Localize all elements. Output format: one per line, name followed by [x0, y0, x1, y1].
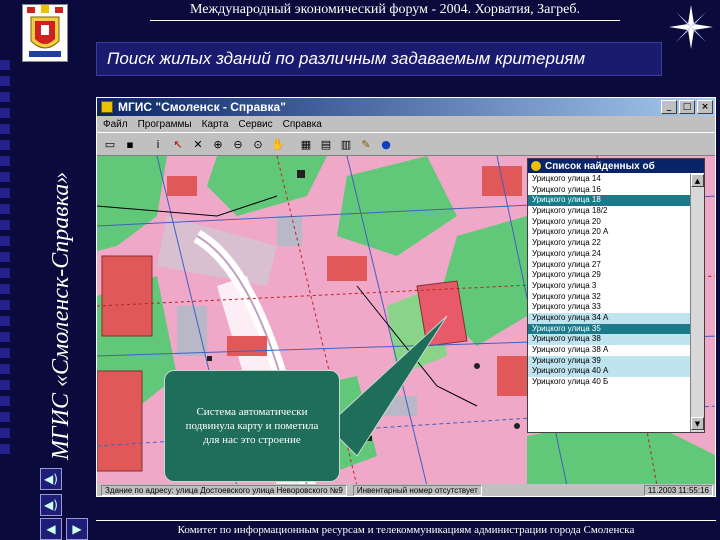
sound-button[interactable]: ◀)	[40, 468, 62, 490]
menu-help[interactable]: Справка	[283, 119, 322, 130]
forum-title: Международный экономический форум - 2004…	[150, 2, 620, 21]
found-objects-list: Список найденных об Урицкого улица 14 Ури…	[527, 158, 705, 433]
list-item[interactable]: Урицкого улица 33	[528, 302, 690, 313]
print-icon[interactable]: ▤	[317, 135, 335, 153]
close-button[interactable]: ×	[697, 100, 713, 114]
list-item[interactable]: Урицкого улица 22	[528, 238, 690, 249]
compass-rose-icon	[668, 4, 714, 50]
app-icon	[101, 101, 113, 113]
list-scrollbar[interactable]: ▲ ▼	[690, 174, 704, 432]
app-titlebar: МГИС "Смоленск - Справка" _ □ ×	[97, 98, 715, 116]
layers-icon[interactable]: ▦	[297, 135, 315, 153]
menu-service[interactable]: Сервис	[238, 119, 272, 130]
back-icon: ◀	[46, 522, 56, 536]
list-item[interactable]: Урицкого улица 20	[528, 217, 690, 228]
select-icon[interactable]: ✕	[189, 135, 207, 153]
zoom-out-icon[interactable]: ⊖	[229, 135, 247, 153]
list-icon	[531, 161, 541, 171]
sound-button-2[interactable]: ◀)	[40, 494, 62, 516]
menubar: Файл Программы Карта Сервис Справка	[97, 116, 715, 132]
globe-icon[interactable]: ●	[377, 135, 395, 153]
list-item[interactable]: Урицкого улица 18	[528, 195, 690, 207]
menu-file[interactable]: Файл	[103, 119, 128, 130]
page-subtitle: Поиск жилых зданий по различным задаваем…	[96, 42, 662, 76]
footer-text: Комитет по информационным ресурсам и тел…	[96, 520, 716, 538]
status-date: 11.2003 11:55:16	[643, 484, 713, 496]
list-body: Урицкого улица 14 Урицкого улица 16 Урицко…	[528, 174, 690, 432]
pointer-icon[interactable]: ↖	[169, 135, 187, 153]
status-object: Инвентарный номер отсутствует	[352, 484, 482, 496]
zoom-in-icon[interactable]: ⊕	[209, 135, 227, 153]
list-item[interactable]: Урицкого улица 38 А	[528, 345, 690, 356]
list-item[interactable]: Урицкого улица 24	[528, 249, 690, 260]
list-item[interactable]: Урицкого улица 3	[528, 281, 690, 292]
list-item[interactable]: Урицкого улица 40 А	[528, 366, 690, 378]
scroll-up-icon[interactable]: ▲	[691, 174, 704, 187]
list-item[interactable]: Урицкого улица 32	[528, 292, 690, 303]
status-address: Здание по адресу: улица Достоевского ули…	[101, 484, 347, 496]
list-item[interactable]: Урицкого улица 14	[528, 174, 690, 185]
list-item[interactable]: Урицкого улица 18/2	[528, 206, 690, 217]
smolensk-coat-of-arms-logo	[22, 4, 68, 62]
statusbar: Здание по адресу: улица Достоевского ули…	[97, 484, 715, 496]
list-titlebar: Список найденных об	[528, 159, 704, 173]
list-item[interactable]: Урицкого улица 35	[528, 323, 690, 335]
menu-map[interactable]: Карта	[202, 119, 229, 130]
list-item[interactable]: Урицкого улица 29	[528, 270, 690, 281]
scroll-down-icon[interactable]: ▼	[691, 417, 704, 430]
app-title: МГИС "Смоленск - Справка"	[118, 100, 286, 114]
minimize-button[interactable]: _	[661, 100, 677, 114]
open-icon[interactable]: ▭	[101, 135, 119, 153]
toolbar: ▭ ▪ i ↖ ✕ ⊕ ⊖ ⊙ ✋ ▦ ▤ ▥ ✎ ●	[97, 132, 715, 156]
forward-icon: ▶	[72, 522, 82, 536]
info-icon[interactable]: i	[149, 135, 167, 153]
explanation-callout: Система автоматически подвинула карту и …	[164, 370, 340, 482]
sound-icon: ◀)	[44, 498, 58, 512]
list-item[interactable]: Урицкого улица 16	[528, 185, 690, 196]
list-item[interactable]: Урицкого улица 20 А	[528, 227, 690, 238]
maximize-button[interactable]: □	[679, 100, 695, 114]
list-item[interactable]: Урицкого улица 27	[528, 260, 690, 271]
save-icon[interactable]: ▪	[121, 135, 139, 153]
list-item[interactable]: Урицкого улица 38	[528, 334, 690, 345]
list-item[interactable]: Урицкого улица 39	[528, 355, 690, 367]
vertical-title: МГИС «Смоленск-Справка»	[48, 171, 74, 460]
forward-button[interactable]: ▶	[66, 518, 88, 540]
list-item[interactable]: Урицкого улица 40 Б	[528, 377, 690, 388]
zoom-window-icon[interactable]: ⊙	[249, 135, 267, 153]
sound-icon: ◀)	[44, 472, 58, 486]
list-item[interactable]: Урицкого улица 34 А	[528, 312, 690, 324]
back-button[interactable]: ◀	[40, 518, 62, 540]
search-icon[interactable]: ✎	[357, 135, 375, 153]
pan-icon[interactable]: ✋	[269, 135, 287, 153]
decorative-stripes	[0, 60, 34, 480]
menu-programs[interactable]: Программы	[138, 119, 192, 130]
list-title: Список найденных об	[545, 160, 655, 172]
legend-icon[interactable]: ▥	[337, 135, 355, 153]
